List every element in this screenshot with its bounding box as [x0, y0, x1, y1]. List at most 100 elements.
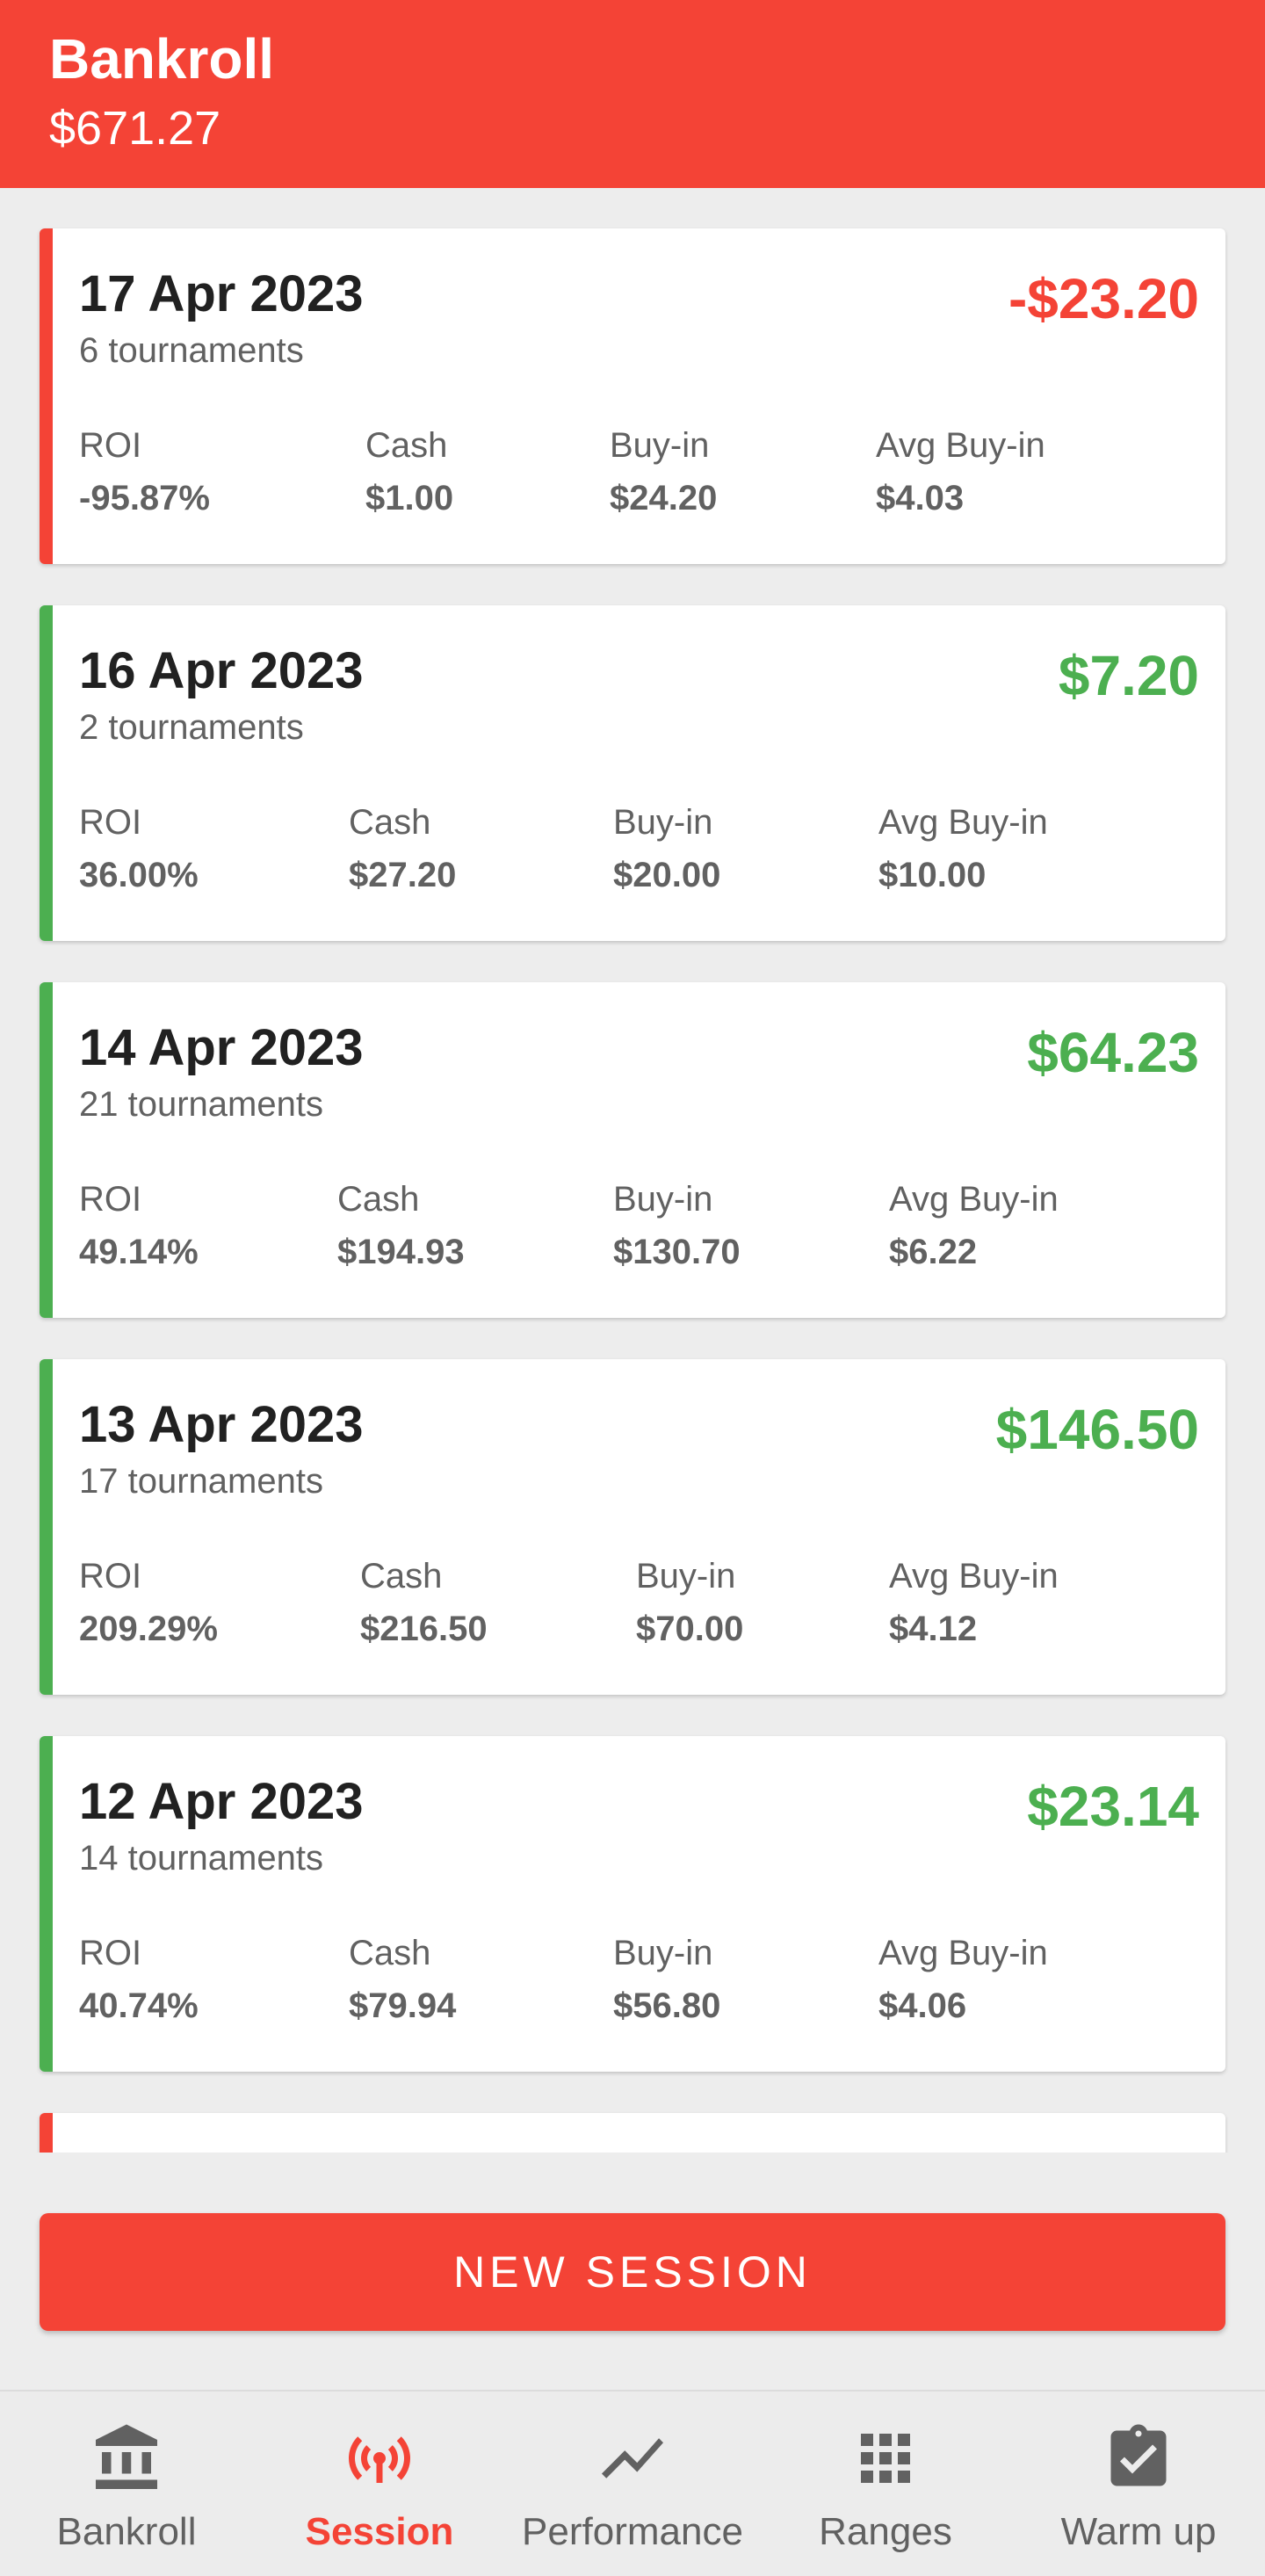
session-date: 12 Apr 2023 [79, 1773, 364, 1830]
bottom-navigation: Bankroll Session Performance Ranges Warm… [0, 2390, 1265, 2576]
session-profit: $64.23 [1027, 1021, 1199, 1084]
session-card[interactable]: 17 Apr 2023 6 tournaments -$23.20 ROI -9… [40, 228, 1225, 564]
nav-label: Warm up [1060, 2510, 1217, 2553]
avg-buyin-value: $4.03 [876, 479, 965, 517]
new-session-button[interactable]: NEW SESSION [40, 2213, 1225, 2331]
session-card[interactable]: 16 Apr 2023 2 tournaments $7.20 ROI 36.0… [40, 605, 1225, 941]
avg-buyin-value: $4.06 [878, 1986, 967, 2025]
nav-label: Bankroll [56, 2510, 197, 2553]
buyin-label: Buy-in [613, 1180, 713, 1219]
buyin-value: $56.80 [613, 1986, 721, 2025]
buyin-label: Buy-in [613, 803, 713, 842]
nav-item-ranges[interactable]: Ranges [759, 2391, 1012, 2576]
session-card[interactable]: 12 Apr 2023 14 tournaments $23.14 ROI 40… [40, 1736, 1225, 2072]
avg-buyin-label: Avg Buy-in [878, 803, 1048, 842]
avg-buyin-label: Avg Buy-in [876, 426, 1045, 465]
roi-stat: ROI 209.29% [79, 1554, 218, 1651]
result-accent-bar [40, 2113, 53, 2153]
buyin-value: $20.00 [613, 856, 721, 894]
tournament-count: 14 tournaments [79, 1839, 323, 1878]
trending-line-icon [602, 2438, 663, 2478]
avg-buyin-stat: Avg Buy-in $4.06 [878, 1931, 1048, 2028]
roi-stat: ROI -95.87% [79, 423, 210, 520]
avg-buyin-label: Avg Buy-in [889, 1557, 1059, 1596]
roi-value: -95.87% [79, 479, 210, 517]
roi-label: ROI [79, 1934, 142, 1972]
avg-buyin-label: Avg Buy-in [889, 1180, 1059, 1219]
bankroll-amount: $671.27 [49, 102, 221, 155]
cash-stat: Cash $27.20 [349, 800, 456, 897]
avg-buyin-value: $4.12 [889, 1610, 978, 1648]
broadcast-icon [349, 2436, 410, 2483]
nav-item-warm-up[interactable]: Warm up [1012, 2391, 1265, 2576]
cash-stat: Cash $1.00 [365, 423, 453, 520]
result-accent-bar [40, 1736, 53, 2072]
session-profit: $23.14 [1027, 1775, 1199, 1838]
avg-buyin-stat: Avg Buy-in $4.12 [889, 1554, 1059, 1651]
page-title: Bankroll [49, 27, 275, 90]
roi-label: ROI [79, 1557, 142, 1596]
cash-label: Cash [360, 1557, 443, 1596]
tournament-count: 21 tournaments [79, 1085, 323, 1124]
roi-label: ROI [79, 803, 142, 842]
tournament-count: 2 tournaments [79, 708, 304, 747]
buyin-label: Buy-in [613, 1934, 713, 1972]
buyin-stat: Buy-in $56.80 [613, 1931, 720, 2028]
tournament-count: 6 tournaments [79, 331, 304, 370]
session-card[interactable]: 14 Apr 2023 21 tournaments $64.23 ROI 49… [40, 982, 1225, 1318]
cash-value: $194.93 [337, 1233, 465, 1271]
result-accent-bar [40, 228, 53, 564]
avg-buyin-stat: Avg Buy-in $4.03 [876, 423, 1045, 520]
session-profit: -$23.20 [1008, 267, 1199, 330]
app-bar: Bankroll $671.27 [0, 0, 1265, 188]
roi-stat: ROI 40.74% [79, 1931, 199, 2028]
buyin-value: $70.00 [636, 1610, 744, 1648]
nav-label: Session [305, 2510, 454, 2553]
cash-label: Cash [337, 1180, 420, 1219]
avg-buyin-stat: Avg Buy-in $10.00 [878, 800, 1048, 897]
session-card[interactable]: 13 Apr 2023 17 tournaments $146.50 ROI 2… [40, 1359, 1225, 1695]
avg-buyin-value: $10.00 [878, 856, 987, 894]
roi-value: 209.29% [79, 1610, 218, 1648]
session-card[interactable] [40, 2113, 1225, 2153]
cash-label: Cash [349, 1934, 431, 1972]
buyin-stat: Buy-in $20.00 [613, 800, 720, 897]
buyin-value: $24.20 [610, 479, 718, 517]
avg-buyin-value: $6.22 [889, 1233, 978, 1271]
cash-value: $1.00 [365, 479, 454, 517]
session-profit: $7.20 [1058, 644, 1199, 707]
session-date: 16 Apr 2023 [79, 642, 364, 699]
avg-buyin-stat: Avg Buy-in $6.22 [889, 1177, 1059, 1274]
buyin-stat: Buy-in $130.70 [613, 1177, 741, 1274]
roi-value: 40.74% [79, 1986, 199, 2025]
bank-icon [96, 2424, 157, 2489]
result-accent-bar [40, 982, 53, 1318]
nav-item-performance[interactable]: Performance [506, 2391, 759, 2576]
roi-label: ROI [79, 1180, 142, 1219]
result-accent-bar [40, 605, 53, 941]
roi-value: 49.14% [79, 1233, 199, 1271]
buyin-label: Buy-in [610, 426, 710, 465]
nav-item-bankroll[interactable]: Bankroll [0, 2391, 253, 2576]
session-date: 13 Apr 2023 [79, 1396, 364, 1453]
cash-label: Cash [365, 426, 448, 465]
nav-label: Ranges [819, 2510, 952, 2553]
avg-buyin-label: Avg Buy-in [878, 1934, 1048, 1972]
buyin-label: Buy-in [636, 1557, 736, 1596]
session-date: 17 Apr 2023 [79, 265, 364, 322]
result-accent-bar [40, 1359, 53, 1695]
session-list[interactable]: 17 Apr 2023 6 tournaments -$23.20 ROI -9… [0, 188, 1265, 2153]
cash-label: Cash [349, 803, 431, 842]
clipboard-check-icon [1110, 2424, 1167, 2486]
cash-value: $216.50 [360, 1610, 488, 1648]
tournament-count: 17 tournaments [79, 1462, 323, 1501]
buyin-value: $130.70 [613, 1233, 741, 1271]
nav-label: Performance [522, 2510, 743, 2553]
nav-item-session[interactable]: Session [253, 2391, 506, 2576]
roi-stat: ROI 49.14% [79, 1177, 199, 1274]
roi-stat: ROI 36.00% [79, 800, 199, 897]
session-profit: $146.50 [995, 1398, 1199, 1461]
grid-icon [861, 2434, 910, 2483]
roi-label: ROI [79, 426, 142, 465]
cash-value: $79.94 [349, 1986, 457, 2025]
